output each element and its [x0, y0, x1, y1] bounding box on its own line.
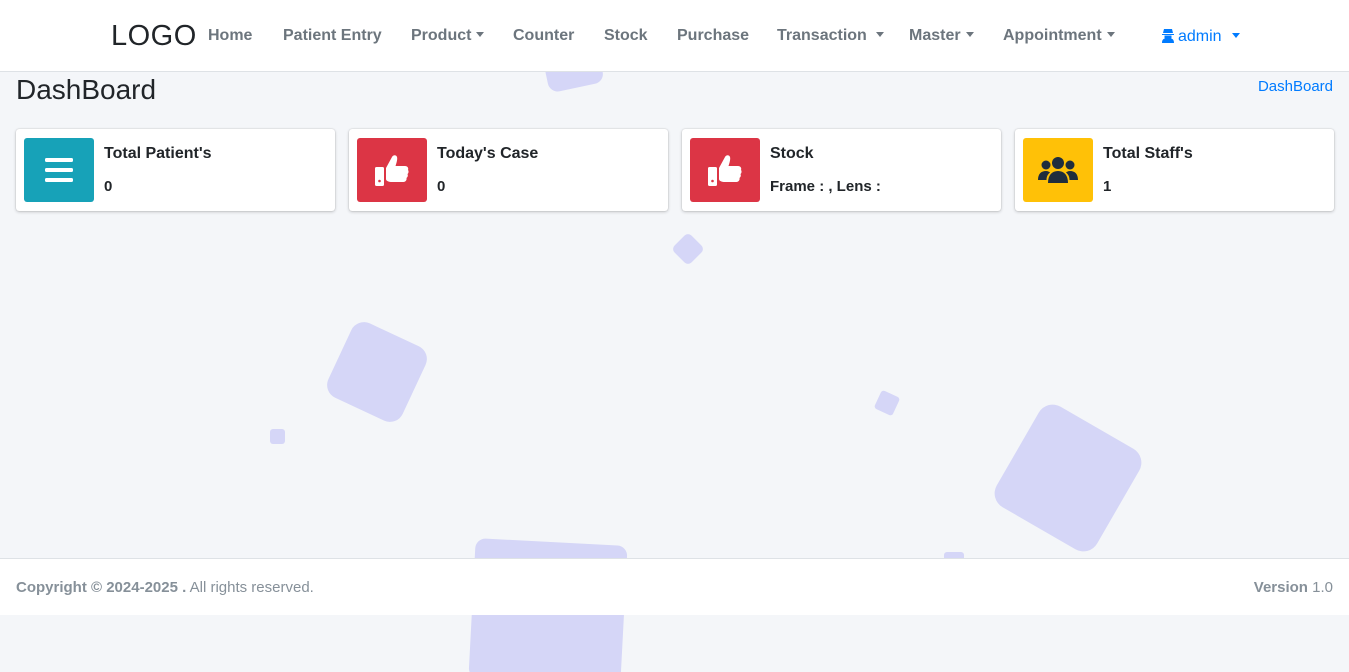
nav-stock[interactable]: Stock	[604, 27, 648, 45]
nav-transaction-dropdown[interactable]: Transaction	[777, 27, 884, 45]
thumbs-up-icon	[690, 138, 760, 202]
chevron-down-icon	[1231, 33, 1240, 38]
nav-home[interactable]: Home	[208, 27, 252, 45]
chevron-down-icon	[1106, 32, 1115, 37]
users-icon	[1023, 138, 1093, 202]
nav-stock-label: Stock	[604, 27, 648, 44]
nav-transaction-label: Transaction	[777, 27, 867, 44]
copyright-bold: Copyright © 2024-2025 .	[16, 579, 187, 596]
info-box-title: Total Staff's	[1103, 145, 1193, 162]
top-navbar: LOGO Home Patient Entry Product Counter …	[0, 0, 1349, 72]
info-box-stock: Stock Frame : , Lens :	[682, 129, 1001, 211]
nav-home-label: Home	[208, 27, 253, 44]
user-menu-dropdown[interactable]: admin	[1161, 27, 1240, 48]
info-box-total-staff: Total Staff's 1	[1015, 129, 1334, 211]
decor-square	[988, 398, 1148, 558]
breadcrumb[interactable]: DashBoard	[1258, 78, 1333, 95]
decor-square	[270, 429, 285, 444]
info-box-title: Today's Case	[437, 145, 539, 162]
page-title: DashBoard	[16, 74, 157, 105]
thumbs-up-icon	[357, 138, 427, 202]
info-box-value: 0	[437, 178, 446, 195]
nav-counter-label: Counter	[513, 27, 575, 44]
nav-counter[interactable]: Counter	[513, 27, 574, 45]
nav-patient-entry-label: Patient Entry	[283, 27, 382, 44]
info-box-total-patients: Total Patient's 0	[16, 129, 335, 211]
copyright-text: Copyright © 2024-2025 . All rights reser…	[16, 579, 314, 596]
version-label: Version	[1253, 579, 1308, 596]
nav-product-dropdown[interactable]: Product	[411, 27, 485, 45]
version-value: 1.0	[1312, 579, 1333, 596]
version-text: Version 1.0	[1254, 579, 1333, 596]
nav-master-label: Master	[909, 27, 961, 44]
info-box-value: 1	[1103, 178, 1112, 195]
nav-purchase[interactable]: Purchase	[677, 27, 749, 45]
nav-purchase-label: Purchase	[677, 27, 750, 44]
nav-appointment-label: Appointment	[1003, 27, 1102, 44]
info-box-title: Stock	[770, 145, 814, 162]
info-box-value: Frame : , Lens :	[770, 178, 881, 195]
decor-square	[873, 389, 901, 417]
info-box-value: 0	[104, 178, 113, 195]
decor-square	[322, 317, 432, 427]
copyright-rest: All rights reserved.	[186, 579, 314, 596]
nav-product-label: Product	[411, 27, 472, 44]
brand-logo[interactable]: LOGO	[111, 20, 197, 53]
decor-square	[671, 232, 705, 266]
user-secret-icon	[1161, 27, 1175, 48]
nav-patient-entry[interactable]: Patient Entry	[283, 27, 382, 45]
nav-appointment-dropdown[interactable]: Appointment	[1003, 27, 1115, 45]
info-box-todays-case: Today's Case 0	[349, 129, 668, 211]
chevron-down-icon	[875, 32, 884, 37]
user-name: admin	[1178, 28, 1222, 45]
chevron-down-icon	[965, 32, 974, 37]
nav-master-dropdown[interactable]: Master	[909, 27, 974, 45]
info-box-title: Total Patient's	[104, 145, 212, 162]
footer: Copyright © 2024-2025 . All rights reser…	[0, 558, 1349, 615]
chevron-down-icon	[476, 32, 485, 37]
bars-icon	[24, 138, 94, 202]
